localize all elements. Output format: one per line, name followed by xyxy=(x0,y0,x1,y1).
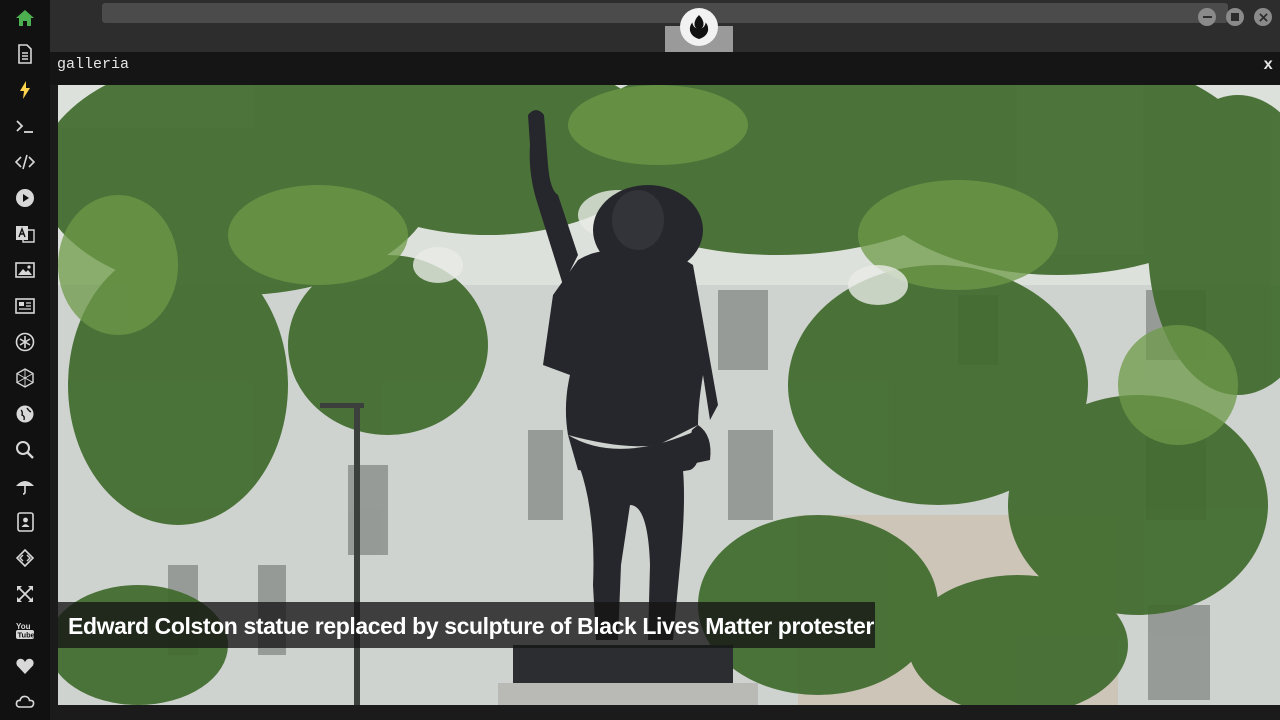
asterisk-icon[interactable] xyxy=(13,330,37,354)
search-icon[interactable] xyxy=(13,438,37,462)
svg-text:Tube: Tube xyxy=(18,631,35,640)
translate-icon[interactable] xyxy=(13,222,37,246)
umbrella-icon[interactable] xyxy=(13,474,37,498)
caption-bar: Edward Colston statue replaced by sculpt… xyxy=(58,602,875,648)
cloud-icon[interactable] xyxy=(13,690,37,714)
image-icon[interactable] xyxy=(13,258,37,282)
heart-icon[interactable] xyxy=(13,654,37,678)
terminal-icon[interactable] xyxy=(13,114,37,138)
document-icon[interactable] xyxy=(13,42,37,66)
address-bar[interactable] xyxy=(102,3,1228,23)
panel-title: galleria xyxy=(57,56,130,73)
globe-icon[interactable] xyxy=(13,402,37,426)
rebel-alliance-logo-icon xyxy=(680,8,718,46)
home-icon[interactable] xyxy=(13,6,37,30)
play-icon[interactable] xyxy=(13,186,37,210)
maximize-button[interactable] xyxy=(1226,8,1244,26)
newspaper-icon[interactable] xyxy=(13,294,37,318)
code-icon[interactable] xyxy=(13,150,37,174)
youtube-icon[interactable]: You Tube xyxy=(13,618,37,642)
gallery-panel-header: galleria x xyxy=(50,52,1280,85)
minimize-button[interactable] xyxy=(1198,8,1216,26)
code-diamond-icon[interactable] xyxy=(13,546,37,570)
contact-card-icon[interactable] xyxy=(13,510,37,534)
expand-icon[interactable] xyxy=(13,582,37,606)
hexagon-icon[interactable] xyxy=(13,366,37,390)
bottom-strip xyxy=(50,705,1280,720)
left-sidebar: You Tube xyxy=(0,0,50,720)
top-bar xyxy=(50,0,1280,52)
lightning-icon[interactable] xyxy=(13,78,37,102)
image-caption: Edward Colston statue replaced by sculpt… xyxy=(68,613,874,639)
panel-close-button[interactable]: x xyxy=(1263,56,1273,74)
close-window-button[interactable] xyxy=(1254,8,1272,26)
